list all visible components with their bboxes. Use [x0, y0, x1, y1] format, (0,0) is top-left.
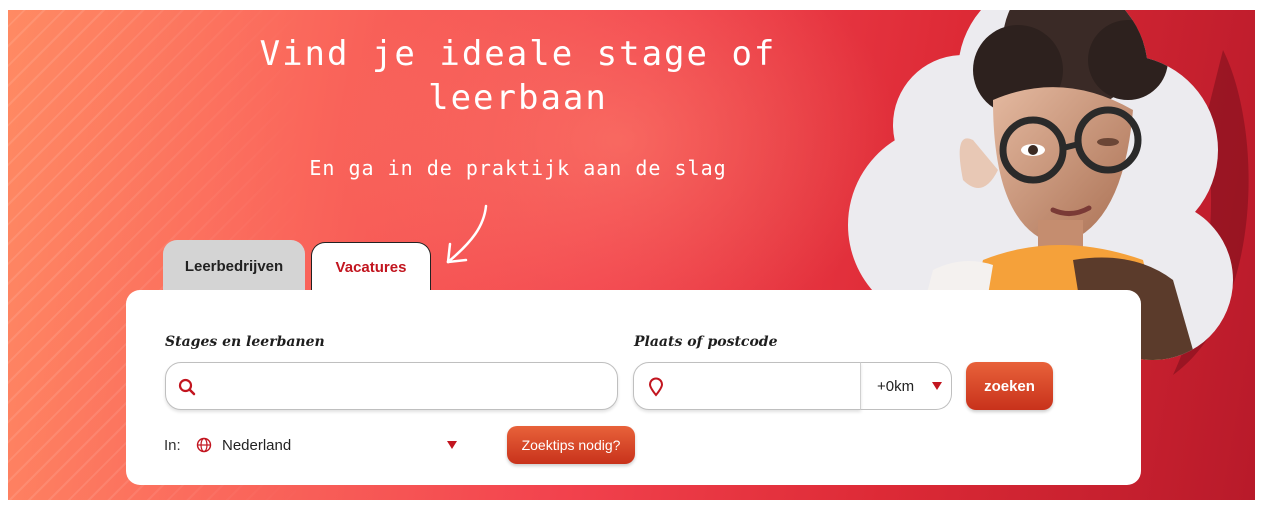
country-select[interactable]: Nederland [196, 430, 461, 460]
globe-icon [196, 437, 212, 453]
hero-headline: Vind je ideale stage of leerbaan [223, 32, 813, 120]
caret-down-icon [932, 382, 943, 390]
country-value: Nederland [222, 436, 292, 454]
query-field [165, 362, 618, 411]
radius-value: +0km [877, 377, 915, 395]
search-button[interactable]: zoeken [966, 362, 1053, 410]
tab-leerbedrijven[interactable]: Leerbedrijven [163, 240, 305, 292]
location-field [633, 362, 861, 411]
location-input[interactable] [674, 363, 858, 411]
headline-line-2: leerbaan [428, 78, 608, 118]
query-label: Stages en leerbanen [165, 334, 325, 350]
search-icon [178, 378, 196, 396]
location-label: Plaats of postcode [634, 334, 778, 350]
tab-vacatures[interactable]: Vacatures [311, 242, 431, 292]
hero-subline: En ga in de praktijk aan de slag [309, 156, 727, 180]
country-prefix: In: [164, 437, 181, 454]
hand-drawn-arrow-icon [446, 204, 488, 264]
search-tips-button[interactable]: Zoektips nodig? [507, 426, 635, 464]
query-input[interactable] [206, 363, 610, 411]
headline-line-1: Vind je ideale stage of [259, 34, 777, 74]
map-pin-icon [648, 377, 664, 397]
radius-select[interactable]: +0km [860, 362, 952, 410]
caret-down-icon [447, 441, 457, 449]
